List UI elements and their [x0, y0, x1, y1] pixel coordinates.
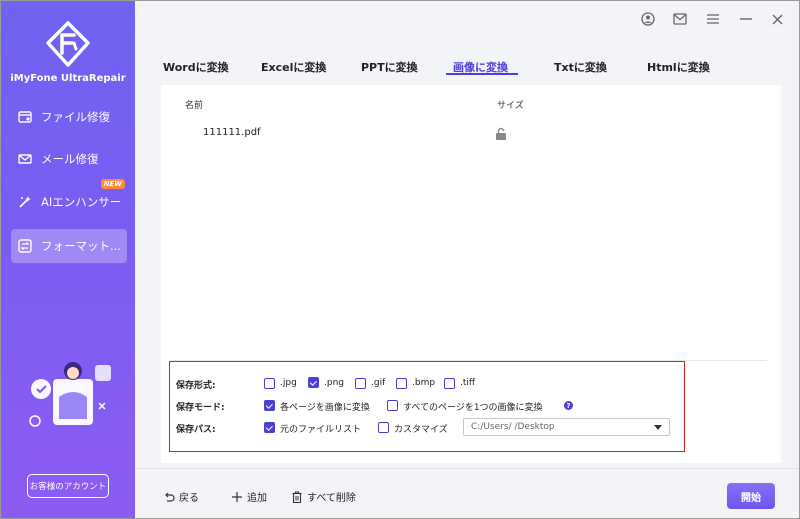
tab-html[interactable]: Htmlに変換	[647, 59, 710, 75]
sidebar-item-mail-repair[interactable]: メール修復	[11, 142, 127, 176]
tab-word[interactable]: Wordに変換	[163, 59, 229, 75]
sidebar-item-label: AIエンハンサー	[41, 195, 122, 209]
save-path-value: C:/Users/ /Desktop	[471, 422, 555, 432]
file-name[interactable]: 111111.pdf	[203, 127, 261, 138]
active-tab-indicator	[446, 73, 518, 75]
chevron-down-icon	[654, 425, 662, 430]
delete-all-button[interactable]: すべて削除	[291, 489, 356, 504]
ai-enhancer-icon	[17, 194, 33, 210]
save-options-box: 保存形式: .jpg .png .gif .bmp .tiff 保存モード: 各…	[169, 361, 685, 452]
tab-txt[interactable]: Txtに変換	[554, 59, 607, 75]
file-repair-icon	[17, 109, 33, 125]
app-window: iMyFone UltraRepair ファイル修復 メール修復 AIエンハンサ…	[0, 0, 800, 519]
tab-ppt[interactable]: PPTに変換	[361, 59, 418, 75]
help-icon[interactable]: ?	[564, 401, 573, 410]
checkbox-gif[interactable]	[355, 378, 366, 389]
checkbox-original-list[interactable]	[264, 422, 275, 433]
sidebar-item-file-repair[interactable]: ファイル修復	[11, 100, 127, 134]
title-bar	[135, 1, 799, 37]
mail-repair-icon	[17, 151, 33, 167]
path-label: 保存パス:	[176, 425, 216, 435]
checkbox-label: すべてのページを1つの画像に変換	[403, 403, 543, 413]
unlocked-icon	[496, 127, 506, 140]
checkbox-label: カスタマイズ	[394, 425, 448, 435]
checkbox-customize[interactable]	[378, 422, 389, 433]
back-button[interactable]: 戻る	[163, 489, 199, 504]
column-header-size: サイズ	[497, 101, 524, 111]
close-icon[interactable]	[769, 11, 785, 27]
back-label: 戻る	[179, 493, 199, 504]
sidebar: iMyFone UltraRepair ファイル修復 メール修復 AIエンハンサ…	[1, 1, 135, 518]
user-icon[interactable]	[640, 11, 656, 27]
mail-icon[interactable]	[672, 11, 688, 27]
app-logo-icon	[46, 21, 90, 67]
tab-excel[interactable]: Excelに変換	[261, 59, 326, 75]
checkbox-tiff[interactable]	[444, 378, 455, 389]
start-button[interactable]: 開始	[727, 483, 775, 509]
format-label: 保存形式:	[176, 381, 216, 391]
add-button[interactable]: 追加	[231, 489, 267, 504]
plus-icon	[231, 491, 243, 503]
menu-icon[interactable]	[705, 11, 721, 27]
app-name: iMyFone UltraRepair	[10, 73, 126, 84]
mode-label: 保存モード:	[176, 403, 225, 413]
checkbox-label: 各ページを画像に変換	[280, 403, 370, 413]
bottom-bar: 戻る 追加 すべて削除 開始	[135, 468, 799, 518]
trash-icon	[291, 490, 303, 503]
checkbox-label: .tiff	[460, 378, 476, 388]
minimize-icon[interactable]	[738, 11, 754, 27]
sidebar-item-label: フォーマット...	[41, 239, 121, 253]
checkbox-label: .png	[324, 378, 344, 388]
sidebar-item-ai-enhancer[interactable]: AIエンハンサー NEW	[11, 179, 127, 219]
checkbox-each-page[interactable]	[264, 400, 275, 411]
checkbox-bmp[interactable]	[396, 378, 407, 389]
delete-all-label: すべて削除	[307, 493, 356, 504]
sidebar-item-format-convert[interactable]: フォーマット...	[11, 229, 127, 263]
checkbox-label: 元のファイルリスト	[280, 425, 362, 435]
sidebar-item-label: メール修復	[41, 152, 99, 166]
user-illustration-icon	[29, 362, 111, 427]
sidebar-item-label: ファイル修復	[41, 110, 110, 124]
checkbox-label: .bmp	[412, 378, 436, 388]
checkbox-label: .jpg	[280, 378, 297, 388]
new-badge: NEW	[100, 179, 125, 189]
account-button[interactable]: お客様のアカウント	[27, 474, 109, 498]
undo-icon	[163, 491, 175, 503]
add-label: 追加	[247, 493, 267, 504]
checkbox-label: .gif	[371, 378, 386, 388]
column-header-name: 名前	[185, 101, 204, 111]
save-path-dropdown[interactable]: C:/Users/ /Desktop	[463, 418, 670, 436]
checkbox-jpg[interactable]	[264, 378, 275, 389]
format-convert-icon	[17, 238, 33, 254]
checkbox-single-image[interactable]	[387, 400, 398, 411]
checkbox-png[interactable]	[308, 377, 319, 388]
conversion-tabs: Wordに変換 Excelに変換 PPTに変換 画像に変換 Txtに変換 Htm…	[135, 55, 799, 77]
